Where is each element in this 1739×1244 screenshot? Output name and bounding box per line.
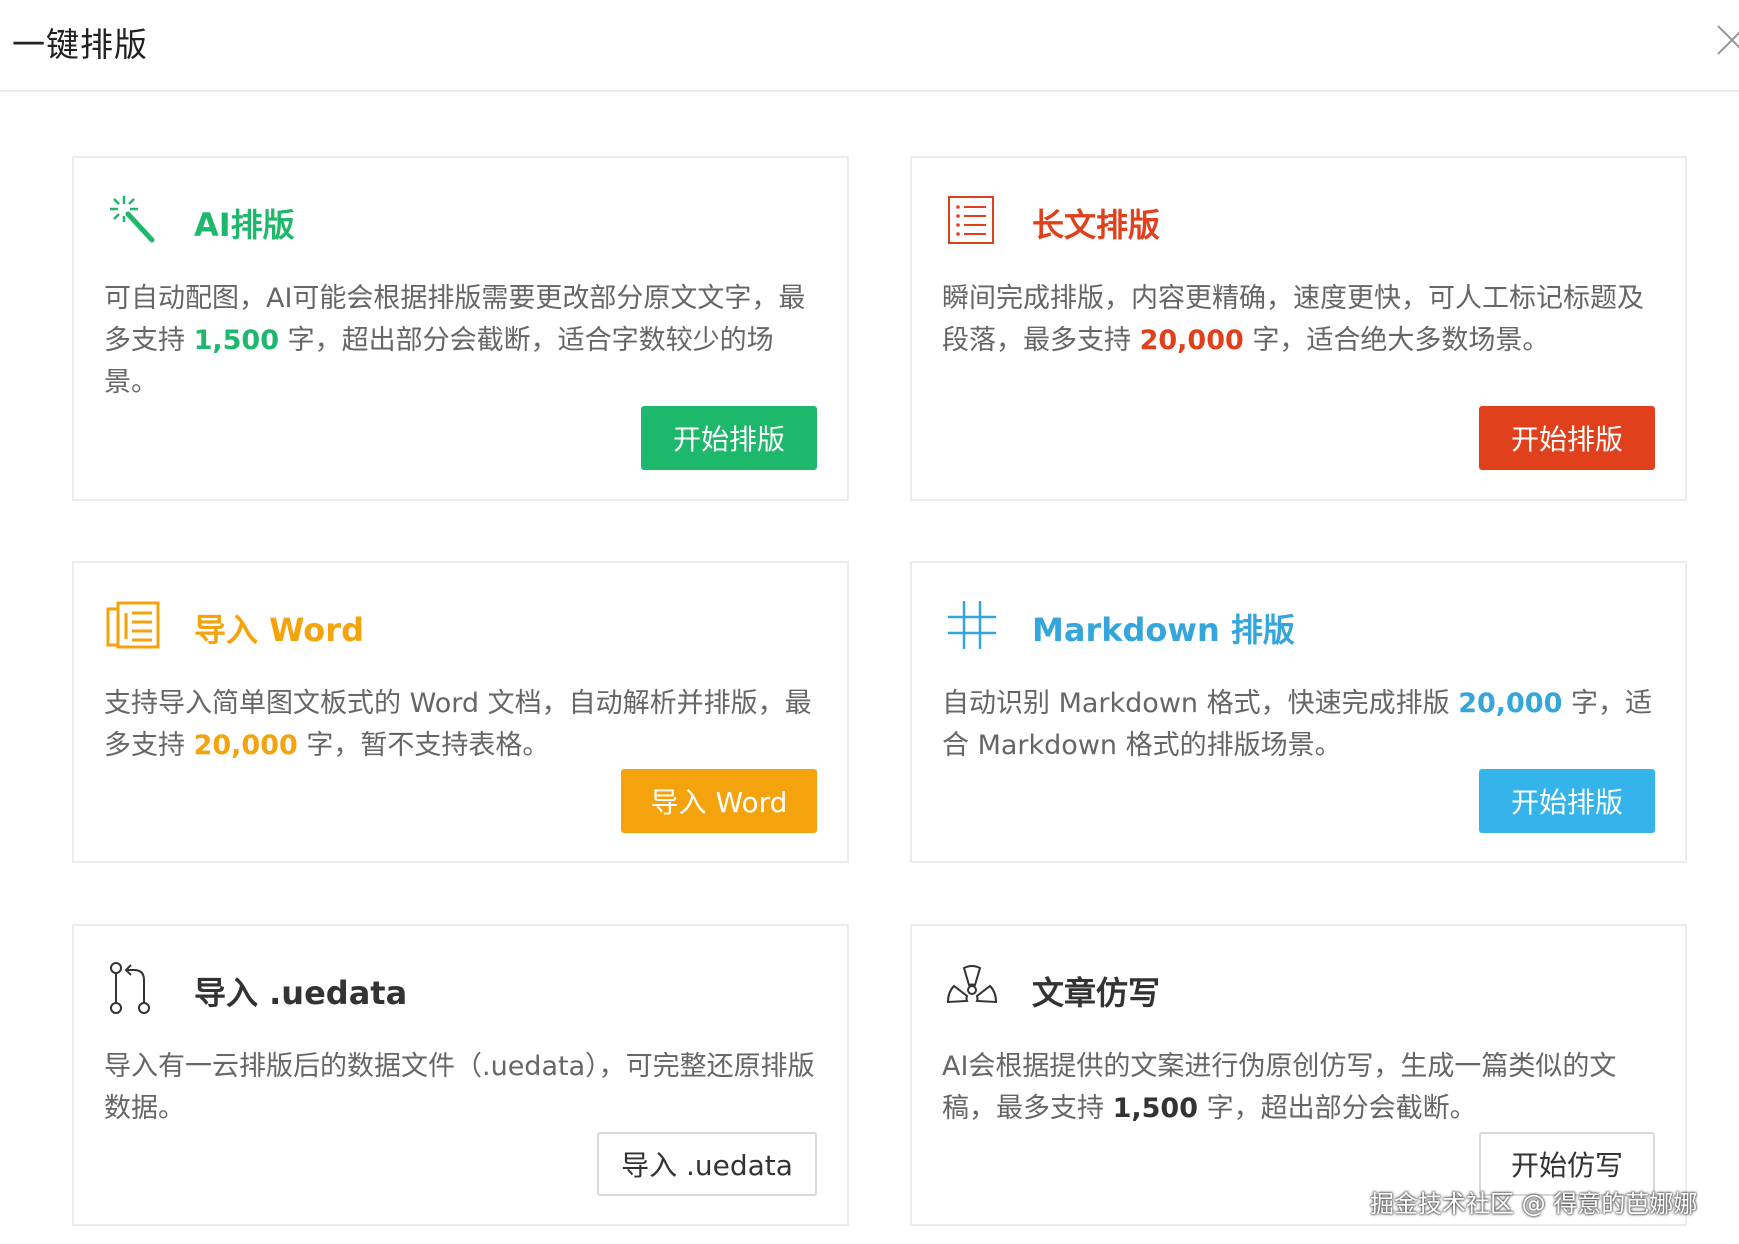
card-description: 瞬间完成排版，内容更精确，速度更快，可人工标记标题及段落，最多支持 20,000… <box>942 278 1657 362</box>
desc-text-end: 字，适合绝大多数场景。 <box>1243 325 1550 356</box>
card-long-layout: 长文排版 瞬间完成排版，内容更精确，速度更快，可人工标记标题及段落，最多支持 2… <box>910 156 1687 501</box>
card-import-word: 导入 Word 支持导入简单图文板式的 Word 文档，自动解析并排版，最多支持… <box>72 561 849 863</box>
word-limit: 20,000 <box>193 730 298 761</box>
word-limit: 1,500 <box>193 325 279 356</box>
import-word-button[interactable]: 导入 Word <box>621 769 817 833</box>
start-layout-button[interactable]: 开始排版 <box>641 406 817 470</box>
card-ai-layout: AI排版 可自动配图，AI可能会根据排版需要更改部分原文文字，最多支持 1,50… <box>72 156 849 501</box>
import-uedata-button[interactable]: 导入 .uedata <box>597 1132 817 1196</box>
list-document-icon <box>948 196 994 244</box>
desc-text: 自动识别 Markdown 格式，快速完成排版 <box>942 688 1459 719</box>
card-title: 导入 Word <box>194 611 364 649</box>
card-description: 支持导入简单图文板式的 Word 文档，自动解析并排版，最多支持 20,000 … <box>104 683 819 767</box>
dialog-title: 一键排版 <box>12 25 148 64</box>
radiation-icon <box>946 965 998 1004</box>
start-layout-button[interactable]: 开始排版 <box>1479 769 1655 833</box>
magic-wand-icon <box>110 196 155 243</box>
card-description: 导入有一云排版后的数据文件（.uedata），可完整还原排版数据。 <box>104 1046 819 1130</box>
start-layout-button[interactable]: 开始排版 <box>1479 406 1655 470</box>
card-description: 可自动配图，AI可能会根据排版需要更改部分原文文字，最多支持 1,500 字，超… <box>104 278 819 404</box>
hash-icon <box>948 601 996 649</box>
desc-text-end: 字，暂不支持表格。 <box>297 730 550 761</box>
git-branch-icon <box>110 962 150 1014</box>
card-title: 导入 .uedata <box>194 974 408 1012</box>
card-import-uedata: 导入 .uedata 导入有一云排版后的数据文件（.uedata），可完整还原排… <box>72 924 849 1226</box>
desc-text: 导入有一云排版后的数据文件（.uedata），可完整还原排版数据。 <box>104 1051 815 1124</box>
card-description: 自动识别 Markdown 格式，快速完成排版 20,000 字，适合 Mark… <box>942 683 1657 767</box>
card-title: Markdown 排版 <box>1032 611 1295 649</box>
watermark: 掘金技术社区 @ 得意的芭娜娜 <box>1370 1190 1698 1218</box>
card-title: 长文排版 <box>1032 206 1161 244</box>
card-markdown-layout: Markdown 排版 自动识别 Markdown 格式，快速完成排版 20,0… <box>910 561 1687 863</box>
card-article-rewrite: 文章仿写 AI会根据提供的文案进行伪原创仿写，生成一篇类似的文稿，最多支持 1,… <box>910 924 1687 1226</box>
card-description: AI会根据提供的文案进行伪原创仿写，生成一篇类似的文稿，最多支持 1,500 字… <box>942 1046 1657 1130</box>
close-icon[interactable] <box>1714 22 1739 58</box>
desc-text-end: 字，超出部分会截断。 <box>1198 1093 1477 1124</box>
card-title: AI排版 <box>194 206 295 244</box>
card-title: 文章仿写 <box>1032 974 1161 1012</box>
dialog-header: 一键排版 <box>0 0 1739 92</box>
word-limit: 20,000 <box>1139 325 1244 356</box>
word-document-icon <box>106 601 160 649</box>
word-limit: 1,500 <box>1112 1093 1198 1124</box>
word-limit: 20,000 <box>1458 688 1563 719</box>
